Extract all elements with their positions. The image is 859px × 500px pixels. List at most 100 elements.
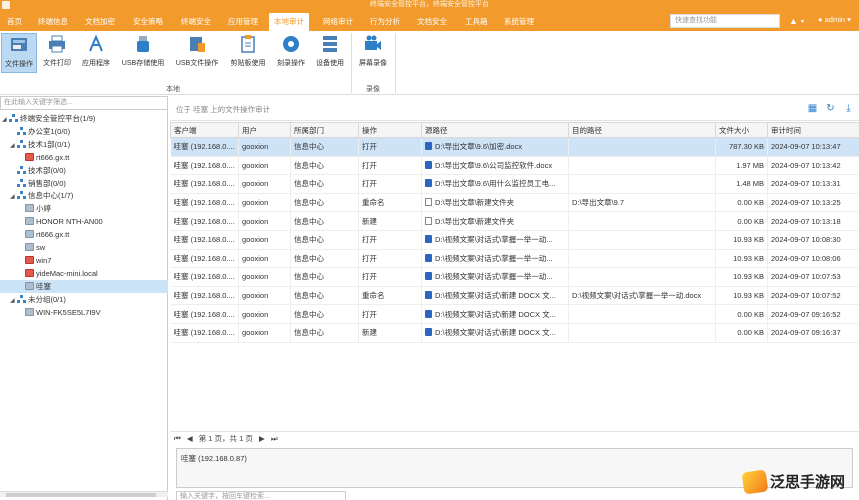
- title-bar: 终端安全管控平台，终端安全管控平台: [0, 0, 859, 10]
- cell-user: gooxion: [238, 211, 291, 231]
- user-menu[interactable]: ● admin ▾: [818, 15, 851, 24]
- columns-icon[interactable]: ▦: [807, 103, 818, 114]
- tree-node[interactable]: ◢ 未分组(0/1): [0, 293, 168, 306]
- table-row[interactable]: 哇塞 (192.168.0.... gooxion 信息中心 打开 D:\导出文章\9.…: [170, 156, 859, 176]
- computer-icon: [25, 230, 34, 239]
- tree-node[interactable]: WIN-FK5SE5L7I9V: [0, 306, 168, 319]
- menu-network-audit[interactable]: 网络审计: [318, 13, 358, 31]
- chevron-down-icon[interactable]: ▾: [801, 18, 804, 25]
- computer-icon: [25, 152, 34, 161]
- pagination: ⏮ ◀ 第 1 页，共 1 页 ▶ ⏭: [170, 431, 859, 445]
- cell-user: gooxion: [238, 193, 291, 213]
- cell-file-size: 1.97 MB: [715, 156, 768, 176]
- tree-node[interactable]: 销售部(0/0): [0, 177, 168, 190]
- usb-storage-button[interactable]: USB存储使用: [118, 33, 168, 73]
- menu-security-policy[interactable]: 安全策略: [128, 13, 168, 31]
- table-row[interactable]: 哇塞 (192.168.0.... gooxion 信息中心 打开 D:\导出文章\9.…: [170, 137, 859, 157]
- cell-audit-time: 2024-09-07 10:13:47: [767, 137, 859, 157]
- org-icon[interactable]: ▲: [789, 16, 798, 26]
- folder-icon: [425, 198, 432, 207]
- table-row[interactable]: 哇塞 (192.168.0.... gooxion 信息中心 打开 D:\视频文案\对话…: [170, 249, 859, 269]
- source-path-text: D:\视频文案\对话式\新建 DOCX 文...: [435, 291, 556, 301]
- menu-terminal-info[interactable]: 终端信息: [33, 13, 73, 31]
- cell-audit-time: 2024-09-07 10:07:53: [767, 267, 859, 287]
- tree-filter-input[interactable]: 在此输入关键字筛选...: [0, 96, 168, 110]
- ribbon-label: 文件操作: [5, 61, 33, 68]
- column-header-audit-time[interactable]: 审计时间: [767, 122, 859, 138]
- cell-dest-path: [568, 211, 716, 231]
- table-row[interactable]: 哇塞 (192.168.0.... gooxion 信息中心 重命名 D:\导出文章\新…: [170, 193, 859, 213]
- column-header-dest-path[interactable]: 目的路径: [568, 122, 716, 138]
- menu-doc-security[interactable]: 文档安全: [412, 13, 452, 31]
- next-page-icon[interactable]: ▶: [259, 434, 265, 443]
- tree-node[interactable]: HONOR NTH-AN00: [0, 215, 168, 228]
- tree-node[interactable]: yideMac-mini.local: [0, 267, 168, 280]
- tree-node[interactable]: 哇塞: [0, 279, 168, 293]
- table-row[interactable]: 哇塞 (192.168.0.... gooxion 信息中心 打开 D:\视频文案\对话…: [170, 230, 859, 250]
- last-page-icon[interactable]: ⏭: [271, 434, 278, 443]
- ribbon-label: 剪贴板使用: [230, 60, 266, 67]
- application-button[interactable]: 应用程序: [79, 33, 113, 73]
- scrollbar-thumb[interactable]: [6, 493, 156, 497]
- table-row[interactable]: 哇塞 (192.168.0.... gooxion 信息中心 打开 D:\视频文案\对话…: [170, 267, 859, 287]
- refresh-icon[interactable]: ↻: [825, 103, 836, 114]
- file-operation-button[interactable]: 文件操作: [1, 33, 37, 73]
- cell-department: 信息中心: [290, 174, 359, 194]
- table-row[interactable]: 哇塞 (192.168.0.... gooxion 信息中心 新建 D:\视频文案\对话…: [170, 323, 859, 343]
- device-icon: [320, 34, 340, 54]
- disc-icon: [281, 34, 301, 54]
- burn-operation-button[interactable]: 刻录操作: [273, 33, 309, 73]
- tree-node[interactable]: ◢ 技术1部(0/1): [0, 138, 168, 151]
- screen-record-button[interactable]: 屏幕录像: [355, 33, 391, 73]
- column-header-user[interactable]: 用户: [238, 122, 291, 138]
- tree-node[interactable]: win7: [0, 254, 168, 267]
- column-header-department[interactable]: 所属部门: [290, 122, 359, 138]
- prev-page-icon[interactable]: ◀: [187, 434, 193, 443]
- file-print-button[interactable]: 文件打印: [40, 33, 74, 73]
- menu-doc-encryption[interactable]: 文档加密: [80, 13, 120, 31]
- clipboard-button[interactable]: 剪贴板使用: [227, 33, 269, 73]
- menu-behavior-analysis[interactable]: 行为分析: [365, 13, 405, 31]
- keyword-search-input[interactable]: 输入关键字，按回车键检索...: [176, 491, 346, 500]
- feature-search-input[interactable]: 快速查找功能: [670, 14, 780, 28]
- watermark-logo: [741, 469, 769, 495]
- source-path-text: D:\视频文案\对话式\掌握一举一动...: [435, 235, 553, 245]
- menu-terminal-security[interactable]: 终端安全: [176, 13, 216, 31]
- horizontal-scrollbar[interactable]: [0, 491, 168, 497]
- tree-node[interactable]: 小婷: [0, 202, 168, 215]
- menu-toolbox[interactable]: 工具箱: [460, 13, 493, 31]
- cell-audit-time: 2024-09-07 10:13:18: [767, 211, 859, 231]
- tree-node[interactable]: 办公室1(0/0): [0, 125, 168, 138]
- column-header-file-size[interactable]: 文件大小: [715, 122, 768, 138]
- tree-node[interactable]: ◢ 终端安全管控平台(1/9): [0, 112, 168, 125]
- menu-app-management[interactable]: 应用管理: [223, 13, 263, 31]
- device-usage-button[interactable]: 设备使用: [312, 33, 348, 73]
- column-header-client[interactable]: 客户端: [170, 122, 239, 138]
- table-row[interactable]: 哇塞 (192.168.0.... gooxion 信息中心 打开 D:\导出文章\9.…: [170, 174, 859, 194]
- department-icon: [9, 114, 18, 122]
- table-row[interactable]: 哇塞 (192.168.0.... gooxion 信息中心 打开 D:\视频文案\对话…: [170, 304, 859, 324]
- menu-system-management[interactable]: 系统管理: [499, 13, 539, 31]
- column-header-operation[interactable]: 操作: [358, 122, 422, 138]
- tree-node[interactable]: rt666.gx.tt: [0, 151, 168, 164]
- cell-source-path: D:\视频文案\对话式\新建 DOCX 文...: [421, 286, 569, 306]
- source-path-text: D:\视频文案\对话式\新建 DOCX 文...: [435, 309, 556, 319]
- user-icon: ●: [818, 15, 823, 24]
- tree-node[interactable]: rt666.gx.tt: [0, 228, 168, 241]
- department-icon: [17, 139, 26, 148]
- cell-client: 哇塞 (192.168.0....: [170, 230, 239, 250]
- cell-source-path: D:\导出文章\9.6\用什么监控员工电...: [421, 174, 569, 194]
- cell-source-path: D:\视频文案\对话式\掌握一举一动...: [421, 249, 569, 269]
- table-row[interactable]: 哇塞 (192.168.0.... gooxion 信息中心 新建 D:\导出文章\新建…: [170, 211, 859, 231]
- table-row[interactable]: 哇塞 (192.168.0.... gooxion 信息中心 重命名 D:\视频文案\对…: [170, 286, 859, 306]
- usb-file-operation-button[interactable]: USB文件操作: [172, 33, 222, 73]
- tree-node[interactable]: 技术部(0/0): [0, 164, 168, 177]
- tree-node[interactable]: ◢ 信息中心(1/7): [0, 189, 168, 202]
- cell-file-size: 0.00 KB: [715, 304, 768, 324]
- menu-home[interactable]: 首页: [2, 13, 27, 31]
- download-icon[interactable]: ⤓: [843, 103, 854, 114]
- column-header-source-path[interactable]: 源路径: [421, 122, 569, 138]
- tree-node[interactable]: sw: [0, 241, 168, 254]
- menu-local-audit[interactable]: 本地审计: [269, 13, 309, 31]
- first-page-icon[interactable]: ⏮: [174, 434, 181, 443]
